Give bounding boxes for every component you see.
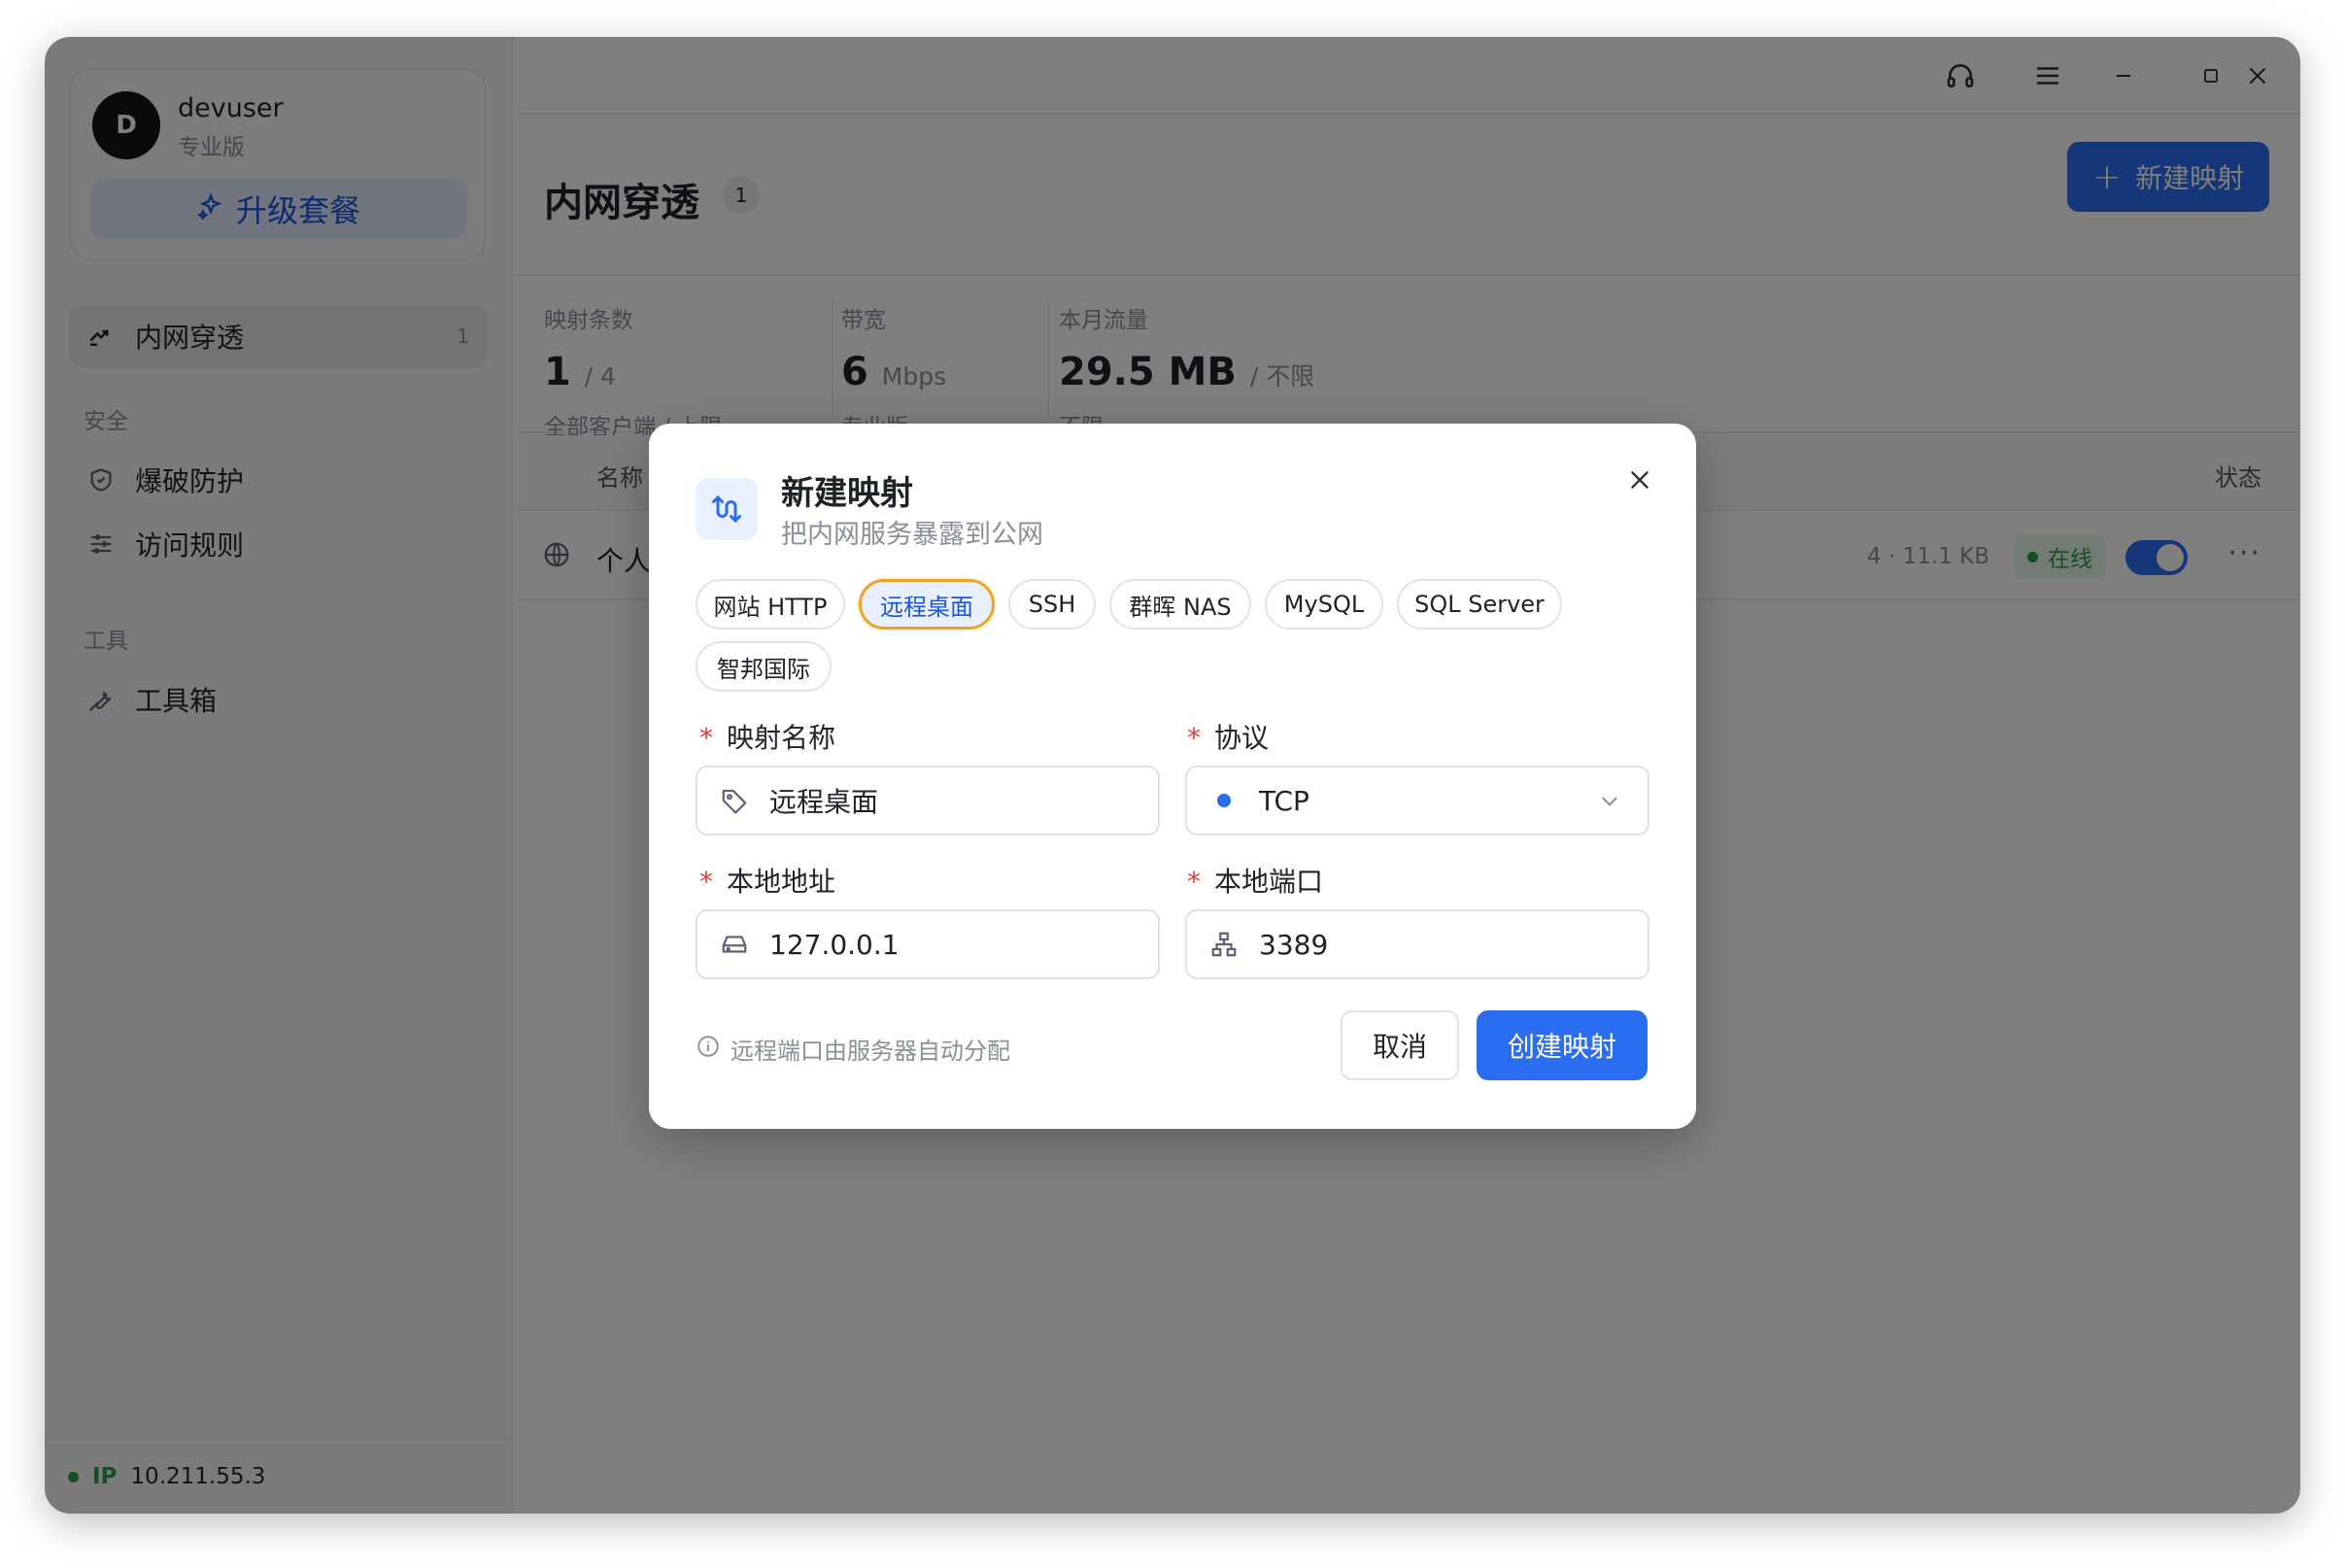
- mapping-name-value: 远程桌面: [769, 786, 879, 818]
- hint: 远程端口由服务器自动分配: [696, 1032, 1010, 1066]
- mapping-icon: [696, 478, 758, 540]
- required-mark: *: [1187, 866, 1201, 898]
- local-port-input[interactable]: 3389: [1185, 909, 1649, 979]
- preset-mysql[interactable]: MySQL: [1265, 579, 1383, 630]
- preset-nas[interactable]: 群晖 NAS: [1109, 579, 1251, 630]
- local-addr-label: * 本地地址: [699, 861, 835, 900]
- local-port-label-text: 本地端口: [1214, 866, 1324, 898]
- network-icon: [1208, 930, 1240, 959]
- preset-http[interactable]: 网站 HTTP: [696, 579, 845, 630]
- dialog-subtitle: 把内网服务暴露到公网: [781, 520, 1043, 550]
- tag-icon: [719, 786, 750, 815]
- chevron-down-icon: [1597, 789, 1622, 821]
- hint-text: 远程端口由服务器自动分配: [731, 1038, 1010, 1065]
- protocol-label-text: 协议: [1214, 722, 1270, 754]
- local-port-label: * 本地端口: [1187, 861, 1323, 900]
- name-label-text: 映射名称: [727, 722, 836, 754]
- preset-remote-desktop[interactable]: 远程桌面: [859, 579, 995, 630]
- name-label: * 映射名称: [699, 717, 835, 756]
- protocol-dot: [1208, 794, 1240, 807]
- info-icon: [696, 1034, 721, 1065]
- create-button[interactable]: 创建映射: [1477, 1010, 1648, 1080]
- drive-icon: [719, 930, 750, 959]
- dialog-title: 新建映射: [781, 474, 913, 513]
- cancel-button[interactable]: 取消: [1341, 1010, 1459, 1080]
- mapping-name-input[interactable]: 远程桌面: [696, 766, 1160, 835]
- close-icon[interactable]: [1618, 459, 1661, 501]
- protocol-value: TCP: [1259, 784, 1309, 817]
- preset-sqlserver[interactable]: SQL Server: [1397, 579, 1562, 630]
- protocol-label: * 协议: [1187, 717, 1269, 756]
- local-address-input[interactable]: 127.0.0.1: [696, 909, 1160, 979]
- local-address-value: 127.0.0.1: [769, 928, 900, 961]
- required-mark: *: [699, 722, 713, 754]
- local-port-value: 3389: [1259, 928, 1329, 961]
- new-mapping-dialog: 新建映射 把内网服务暴露到公网 网站 HTTP 远程桌面 SSH 群晖 NAS …: [649, 424, 1696, 1129]
- preset-ssh[interactable]: SSH: [1008, 579, 1096, 630]
- protocol-select[interactable]: TCP: [1185, 766, 1649, 835]
- preset-zhibang[interactable]: 智邦国际: [696, 641, 832, 692]
- local-addr-label-text: 本地地址: [727, 866, 836, 898]
- required-mark: *: [699, 866, 713, 898]
- required-mark: *: [1187, 722, 1201, 754]
